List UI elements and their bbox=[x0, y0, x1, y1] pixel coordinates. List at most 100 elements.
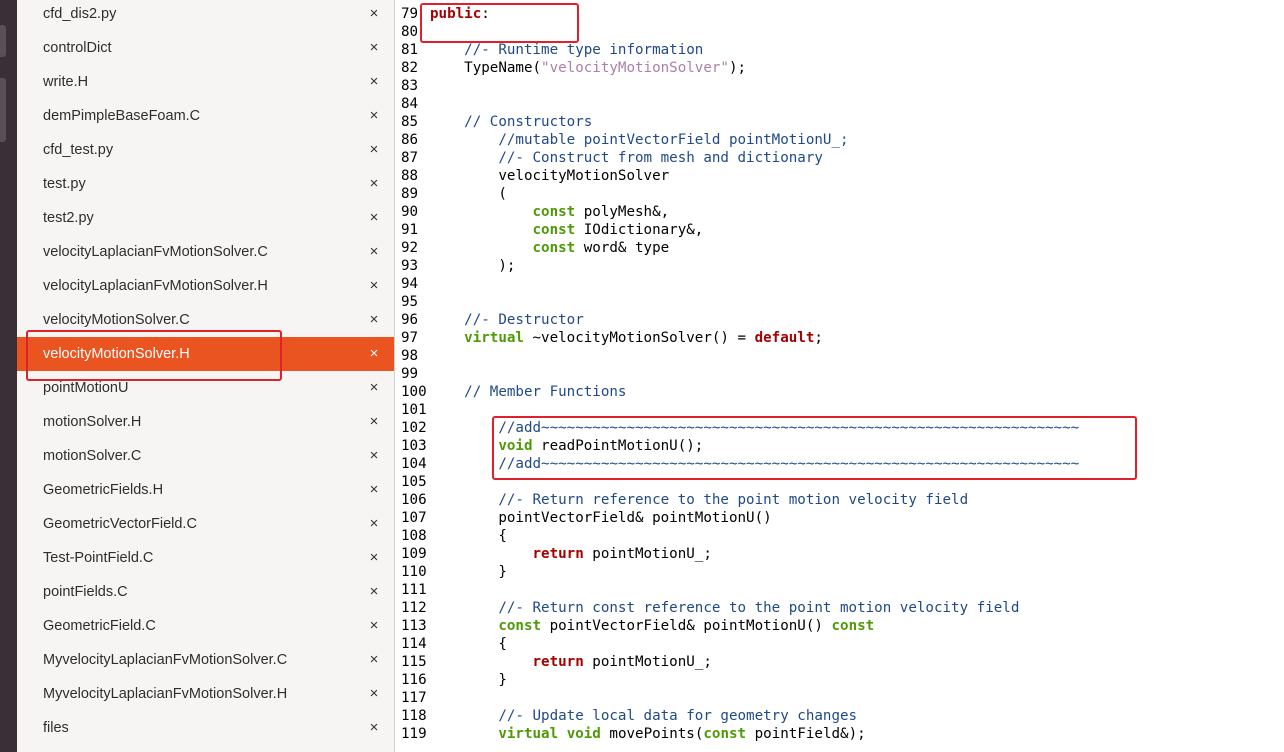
line-number: 99 bbox=[401, 366, 419, 382]
file-name: test2.py bbox=[43, 210, 94, 226]
file-item[interactable]: velocityMotionSolver.H × bbox=[17, 337, 394, 371]
file-item[interactable]: motionSolver.H × bbox=[17, 405, 394, 439]
file-item[interactable]: cfd_dis2.py × bbox=[17, 0, 394, 31]
code-text: TypeName("velocityMotionSolver"); bbox=[430, 59, 746, 77]
code-token: return bbox=[532, 546, 584, 562]
code-line: 79 public: bbox=[395, 5, 1284, 23]
file-item[interactable]: Test-PointField.C × bbox=[17, 541, 394, 575]
code-token: ~velocityMotionSolver() = bbox=[523, 330, 755, 346]
file-item[interactable]: pointMotionU × bbox=[17, 371, 394, 405]
code-text: public: bbox=[430, 5, 490, 23]
file-item[interactable]: test.py × bbox=[17, 167, 394, 201]
code-token: "velocityMotionSolver" bbox=[541, 60, 729, 76]
close-icon[interactable]: × bbox=[365, 609, 383, 643]
open-documents-list: cfd_dis2.py × controlDict × write.H × demPimpl… bbox=[17, 0, 394, 745]
code-line: 96 //- Destructor bbox=[395, 311, 1284, 329]
line-number: 109 bbox=[401, 546, 427, 562]
close-icon[interactable]: × bbox=[365, 99, 383, 133]
file-item[interactable]: MyvelocityLaplacianFvMotionSolver.H × bbox=[17, 677, 394, 711]
line-number: 87 bbox=[401, 150, 419, 166]
close-icon[interactable]: × bbox=[365, 65, 383, 99]
close-icon[interactable]: × bbox=[365, 167, 383, 201]
close-icon[interactable]: × bbox=[365, 439, 383, 473]
line-number: 93 bbox=[401, 258, 419, 274]
code-editor[interactable]: 7879public:8081 //- Runtime type informa… bbox=[395, 0, 1284, 752]
code-text: const word& type bbox=[430, 239, 670, 257]
file-item[interactable]: test2.py × bbox=[17, 201, 394, 235]
code-line: 97 virtual ~velocityMotionSolver() = def… bbox=[395, 329, 1284, 347]
line-number: 98 bbox=[401, 348, 419, 364]
line-number: 112 bbox=[401, 600, 427, 616]
close-icon[interactable]: × bbox=[365, 711, 383, 745]
code-token: //- Construct from mesh and dictionary bbox=[498, 150, 823, 166]
line-number: 107 bbox=[401, 510, 427, 526]
line-number: 91 bbox=[401, 222, 419, 238]
close-icon[interactable]: × bbox=[365, 507, 383, 541]
file-name: MyvelocityLaplacianFvMotionSolver.H bbox=[43, 686, 288, 702]
close-icon[interactable]: × bbox=[365, 201, 383, 235]
close-icon[interactable]: × bbox=[365, 303, 383, 337]
code-token: { bbox=[430, 636, 507, 652]
file-item[interactable]: motionSolver.C × bbox=[17, 439, 394, 473]
file-name: motionSolver.H bbox=[43, 414, 142, 430]
file-item[interactable]: velocityLaplacianFvMotionSolver.C × bbox=[17, 235, 394, 269]
code-token: ); bbox=[728, 60, 747, 76]
file-name: controlDict bbox=[43, 40, 112, 56]
file-item[interactable]: GeometricVectorField.C × bbox=[17, 507, 394, 541]
close-icon[interactable]: × bbox=[365, 269, 383, 303]
code-token: { bbox=[430, 528, 507, 544]
code-token: word& type bbox=[575, 240, 670, 256]
file-item[interactable]: write.H × bbox=[17, 65, 394, 99]
close-icon[interactable]: × bbox=[365, 575, 383, 609]
line-number: 102 bbox=[401, 420, 427, 436]
code-token: return bbox=[532, 654, 584, 670]
file-item[interactable]: GeometricField.C × bbox=[17, 609, 394, 643]
code-token: ); bbox=[430, 258, 516, 274]
line-number: 118 bbox=[401, 708, 427, 724]
file-item[interactable]: pointFields.C × bbox=[17, 575, 394, 609]
code-line: 80 bbox=[395, 23, 1284, 41]
file-item[interactable]: GeometricFields.H × bbox=[17, 473, 394, 507]
line-number: 100 bbox=[401, 384, 427, 400]
file-name: write.H bbox=[43, 74, 89, 90]
code-line: 93 ); bbox=[395, 257, 1284, 275]
close-icon[interactable]: × bbox=[365, 677, 383, 711]
file-item[interactable]: velocityMotionSolver.C × bbox=[17, 303, 394, 337]
code-line: 86 //mutable pointVectorField pointMotio… bbox=[395, 131, 1284, 149]
close-icon[interactable]: × bbox=[365, 0, 383, 31]
close-icon[interactable]: × bbox=[365, 643, 383, 677]
close-icon[interactable]: × bbox=[365, 337, 383, 371]
code-line: 116 } bbox=[395, 671, 1284, 689]
code-line: 88 velocityMotionSolver bbox=[395, 167, 1284, 185]
file-item[interactable]: files × bbox=[17, 711, 394, 745]
file-name: cfd_dis2.py bbox=[43, 6, 117, 22]
close-icon[interactable]: × bbox=[365, 133, 383, 167]
code-text: //- Return reference to the point motion… bbox=[430, 491, 968, 509]
code-line: 118 //- Update local data for geometry c… bbox=[395, 707, 1284, 725]
file-item[interactable]: controlDict × bbox=[17, 31, 394, 65]
close-icon[interactable]: × bbox=[365, 405, 383, 439]
close-icon[interactable]: × bbox=[365, 541, 383, 575]
code-text: //- Runtime type information bbox=[430, 41, 703, 59]
code-token: const bbox=[831, 618, 875, 634]
file-item[interactable]: cfd_test.py × bbox=[17, 133, 394, 167]
close-icon[interactable]: × bbox=[365, 235, 383, 269]
close-icon[interactable]: × bbox=[365, 371, 383, 405]
code-text: const IOdictionary&, bbox=[430, 221, 704, 239]
close-icon[interactable]: × bbox=[365, 473, 383, 507]
file-item[interactable]: demPimpleBaseFoam.C × bbox=[17, 99, 394, 133]
code-text: //mutable pointVectorField pointMotionU_… bbox=[430, 131, 848, 149]
file-item[interactable]: MyvelocityLaplacianFvMotionSolver.C × bbox=[17, 643, 394, 677]
code-token: movePoints( bbox=[600, 726, 704, 742]
dock-app-indicator[interactable] bbox=[0, 78, 6, 142]
file-name: files bbox=[43, 720, 69, 736]
file-item[interactable]: velocityLaplacianFvMotionSolver.H × bbox=[17, 269, 394, 303]
dock-app-indicator[interactable] bbox=[0, 25, 6, 57]
code-text: const pointVectorField& pointMotionU() c… bbox=[430, 617, 874, 635]
close-icon[interactable]: × bbox=[365, 31, 383, 65]
code-text: { bbox=[430, 635, 507, 653]
